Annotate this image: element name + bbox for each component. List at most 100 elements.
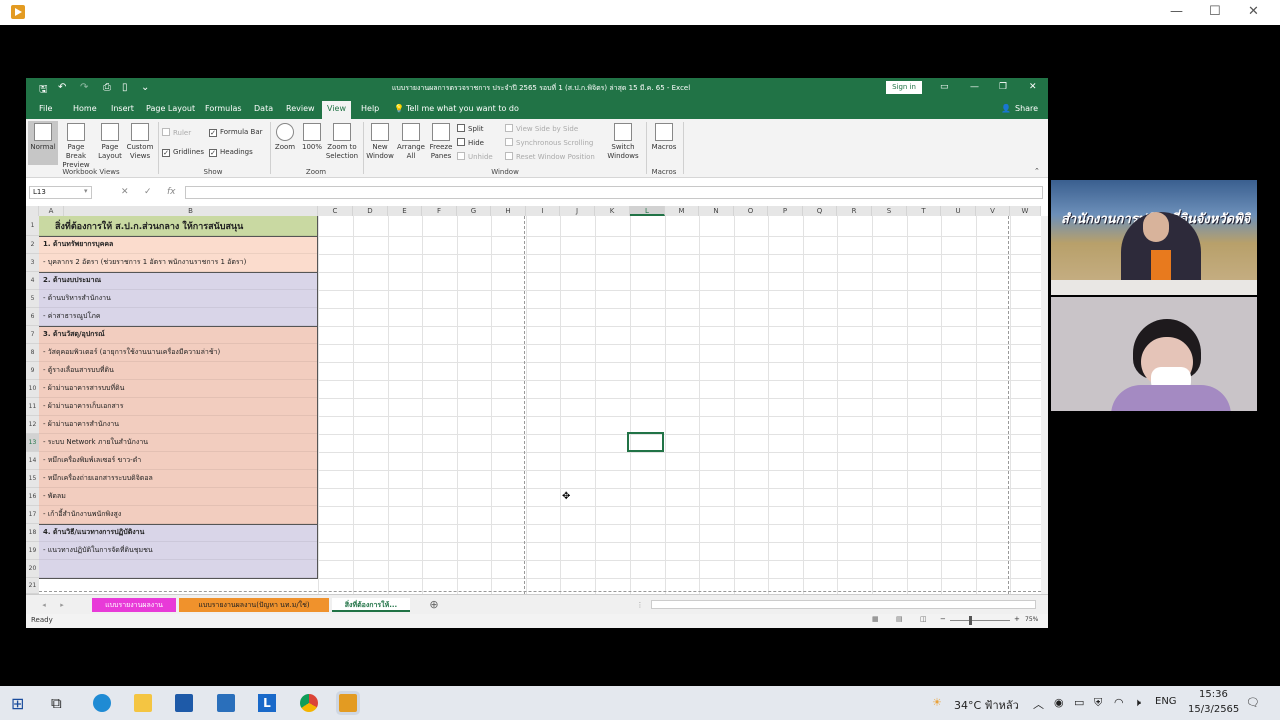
- row-header-1[interactable]: 1: [26, 216, 39, 236]
- ribbon-display-options-icon[interactable]: ▭: [940, 82, 949, 92]
- zoom-out-icon[interactable]: −: [940, 615, 946, 623]
- collapse-ribbon-icon[interactable]: ⌃: [1034, 167, 1040, 176]
- mail-icon[interactable]: [217, 694, 235, 712]
- column-header-C[interactable]: C: [318, 206, 353, 216]
- column-header-A[interactable]: A: [39, 206, 64, 216]
- column-header-K[interactable]: K: [595, 206, 630, 216]
- undo-icon[interactable]: ↶: [58, 82, 66, 93]
- volume-icon[interactable]: 🕨: [1134, 696, 1141, 710]
- enter-icon[interactable]: ✓: [144, 187, 152, 197]
- battery-icon[interactable]: ▭: [1074, 696, 1084, 709]
- row-header-7[interactable]: 7: [26, 326, 39, 344]
- column-header-Q[interactable]: Q: [803, 206, 837, 216]
- horizontal-scrollbar[interactable]: [651, 600, 1036, 609]
- zoom-to-selection-button[interactable]: Zoom to Selection: [325, 123, 359, 161]
- tell-me-search[interactable]: Tell me what you want to do: [406, 104, 519, 113]
- task-view-icon[interactable]: ⧉: [51, 694, 69, 712]
- cell-B6[interactable]: - ค่าสาธารณูปโภค: [39, 308, 318, 326]
- column-header-I[interactable]: I: [526, 206, 560, 216]
- tab-page-layout[interactable]: Page Layout: [146, 104, 195, 113]
- zoom-button[interactable]: Zoom: [272, 123, 298, 152]
- insert-function-icon[interactable]: fx: [167, 187, 176, 197]
- row-header-17[interactable]: 17: [26, 506, 39, 524]
- windows-start-icon[interactable]: ⊞: [11, 694, 29, 713]
- share-button[interactable]: Share: [1015, 104, 1038, 113]
- column-header-R[interactable]: R: [837, 206, 872, 216]
- freeze-panes-button[interactable]: Freeze Panes: [426, 123, 456, 161]
- arrange-all-button[interactable]: Arrange All: [396, 123, 426, 161]
- row-header-21[interactable]: 21: [26, 578, 39, 594]
- sheet-tab-1[interactable]: แบบรายงานผลงาน: [92, 598, 176, 612]
- cell-B19[interactable]: - แนวทางปฏิบัติในการจัดที่ดินชุมชน: [39, 542, 318, 560]
- column-header-E[interactable]: E: [388, 206, 422, 216]
- tab-home[interactable]: Home: [73, 104, 97, 113]
- row-header-8[interactable]: 8: [26, 344, 39, 362]
- clock-time[interactable]: 15:36: [1199, 689, 1228, 700]
- headings-checkbox[interactable]: ✓ Headings: [209, 148, 253, 157]
- column-header-U[interactable]: U: [941, 206, 976, 216]
- maximize-button[interactable]: ☐: [1209, 4, 1221, 19]
- cell-B15[interactable]: - หมึกเครื่องถ่ายเอกสารระบบดิจิตอล: [39, 470, 318, 488]
- cell-B1[interactable]: สิ่งที่ต้องการให้ ส.ป.ก.ส่วนกลาง ให้การส…: [39, 216, 318, 236]
- cell-B3[interactable]: - บุคลากร 2 อัตรา (ช่วยราชการ 1 อัตรา พน…: [39, 254, 318, 272]
- cell-B2[interactable]: 1. ด้านทรัพยากรบุคคล: [39, 236, 318, 254]
- cell-B7[interactable]: 3. ด้านวัสดุ/อุปกรณ์: [39, 326, 318, 344]
- row-header-16[interactable]: 16: [26, 488, 39, 506]
- zoom-slider-thumb[interactable]: [969, 616, 972, 625]
- line-app-icon[interactable]: L: [258, 694, 276, 712]
- page-break-status-icon[interactable]: ◫: [920, 615, 927, 623]
- hide-button[interactable]: Hide: [457, 138, 484, 147]
- row-header-18[interactable]: 18: [26, 524, 39, 542]
- clock-date[interactable]: 15/3/2565: [1188, 704, 1239, 715]
- row-header-11[interactable]: 11: [26, 398, 39, 416]
- page-break-preview-button[interactable]: Page Break Preview: [58, 123, 94, 170]
- ruler-checkbox[interactable]: Ruler: [162, 128, 191, 137]
- chrome-icon[interactable]: [300, 694, 318, 712]
- select-all-corner[interactable]: [26, 206, 39, 216]
- formula-input[interactable]: [185, 186, 1043, 199]
- switch-windows-button[interactable]: Switch Windows: [604, 123, 642, 161]
- cell-B20[interactable]: [39, 560, 318, 578]
- row-header-20[interactable]: 20: [26, 560, 39, 578]
- media-player-icon[interactable]: [339, 694, 357, 712]
- customize-quick-access-icon[interactable]: ⌄: [141, 82, 149, 93]
- prev-sheet-icon[interactable]: ◂: [38, 598, 50, 612]
- wifi-icon[interactable]: ◠: [1114, 696, 1124, 709]
- cell-B14[interactable]: - หมึกเครื่องพิมพ์เลเซอร์ ขาว-ดำ: [39, 452, 318, 470]
- column-header-L[interactable]: L: [630, 206, 665, 216]
- excel-minimize-button[interactable]: —: [970, 82, 979, 92]
- column-header-V[interactable]: V: [976, 206, 1010, 216]
- column-header-S[interactable]: S: [872, 206, 907, 216]
- print-preview-icon[interactable]: ⎙: [103, 82, 111, 93]
- row-header-13[interactable]: 13: [26, 434, 39, 452]
- normal-view-button[interactable]: Normal: [28, 121, 58, 165]
- excel-restore-button[interactable]: ❐: [999, 82, 1007, 92]
- normal-view-status-icon[interactable]: ▦: [872, 615, 879, 623]
- cell-B16[interactable]: - พัดลม: [39, 488, 318, 506]
- row-header-4[interactable]: 4: [26, 272, 39, 290]
- tab-view[interactable]: View: [322, 101, 351, 119]
- sheet-tab-2[interactable]: แบบรายงานผลงาน(ปัญหา นท.ม/ใช่): [179, 598, 329, 612]
- tab-review[interactable]: Review: [286, 104, 315, 113]
- redo-icon[interactable]: ↷: [80, 82, 88, 93]
- spreadsheet-grid[interactable]: A B C D E F G H I J K L M N O P Q R S T U V W 1 สิ่งที่ต้องการให…: [26, 206, 1048, 595]
- file-explorer-icon[interactable]: [134, 694, 152, 712]
- vertical-scrollbar[interactable]: [1041, 216, 1048, 594]
- reset-window-position-button[interactable]: Reset Window Position: [505, 152, 595, 161]
- row-header-12[interactable]: 12: [26, 416, 39, 434]
- column-header-O[interactable]: O: [734, 206, 768, 216]
- save-icon[interactable]: 🖫: [39, 82, 48, 99]
- tab-insert[interactable]: Insert: [111, 104, 134, 113]
- column-header-P[interactable]: P: [768, 206, 803, 216]
- store-icon[interactable]: [175, 694, 193, 712]
- cell-B4[interactable]: 2. ด้านงบประมาณ: [39, 272, 318, 290]
- column-header-D[interactable]: D: [353, 206, 388, 216]
- zoom-level[interactable]: 75%: [1025, 616, 1038, 623]
- row-header-5[interactable]: 5: [26, 290, 39, 308]
- macros-button[interactable]: Macros: [648, 123, 680, 152]
- tab-splitter-handle[interactable]: ⋮: [636, 598, 644, 612]
- tab-data[interactable]: Data: [254, 104, 273, 113]
- column-header-B[interactable]: B: [64, 206, 318, 216]
- column-header-J[interactable]: J: [560, 206, 595, 216]
- custom-views-button[interactable]: Custom Views: [124, 123, 156, 161]
